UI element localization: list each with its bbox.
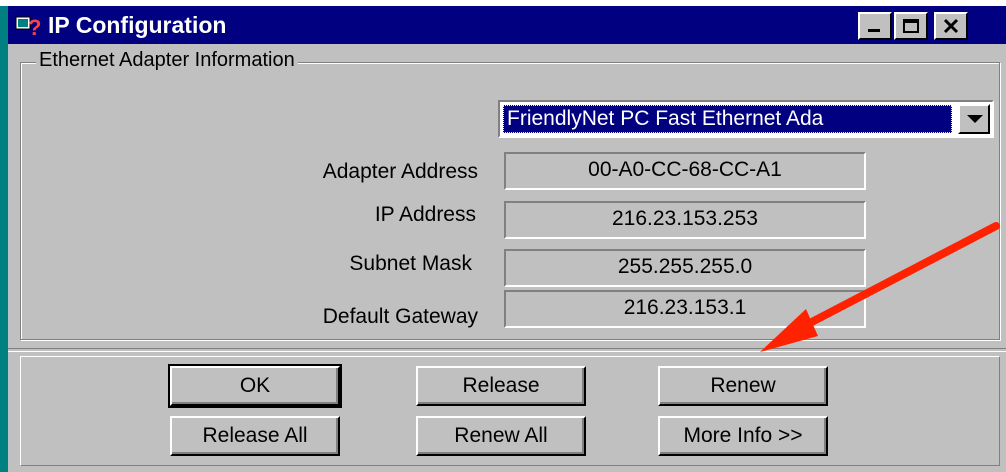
- renew-all-button[interactable]: Renew All: [416, 416, 586, 456]
- release-button[interactable]: Release: [416, 366, 586, 406]
- ip-address-label: IP Address: [374, 203, 476, 226]
- default-gateway-label: Default Gateway: [322, 305, 478, 328]
- release-all-button[interactable]: Release All: [170, 416, 340, 456]
- maximize-icon: [903, 19, 919, 33]
- adapter-info-group-label: Ethernet Adapter Information: [36, 48, 298, 72]
- maximize-button[interactable]: [894, 12, 928, 40]
- separator: [8, 348, 1006, 352]
- ip-address-value: 216.23.153.253: [504, 201, 866, 239]
- default-gateway-value: 216.23.153.1: [504, 290, 866, 328]
- minimize-icon: [868, 29, 880, 32]
- window-title: IP Configuration: [48, 12, 227, 38]
- ip-config-icon: ?: [15, 15, 41, 39]
- adapter-address-value: 00-A0-CC-68-CC-A1: [504, 152, 866, 190]
- title-bar[interactable]: ? IP Configuration: [8, 6, 1006, 44]
- renew-button[interactable]: Renew: [658, 366, 828, 406]
- subnet-mask-label: Subnet Mask: [349, 252, 472, 275]
- minimize-button[interactable]: [858, 12, 892, 40]
- ip-configuration-window: ? IP Configuration Ethernet Adapter Info…: [0, 6, 1006, 472]
- dropdown-arrow-icon[interactable]: [958, 104, 990, 134]
- ok-button[interactable]: OK: [168, 364, 342, 408]
- subnet-mask-value: 255.255.255.0: [504, 249, 866, 287]
- close-button[interactable]: [934, 12, 968, 40]
- adapter-address-label: Adapter Address: [322, 160, 478, 183]
- adapter-select-value: FriendlyNet PC Fast Ethernet Ada: [503, 105, 952, 133]
- close-icon: [943, 18, 959, 34]
- more-info-button[interactable]: More Info >>: [658, 416, 828, 456]
- svg-text:?: ?: [28, 15, 41, 39]
- adapter-select[interactable]: FriendlyNet PC Fast Ethernet Ada: [498, 100, 994, 138]
